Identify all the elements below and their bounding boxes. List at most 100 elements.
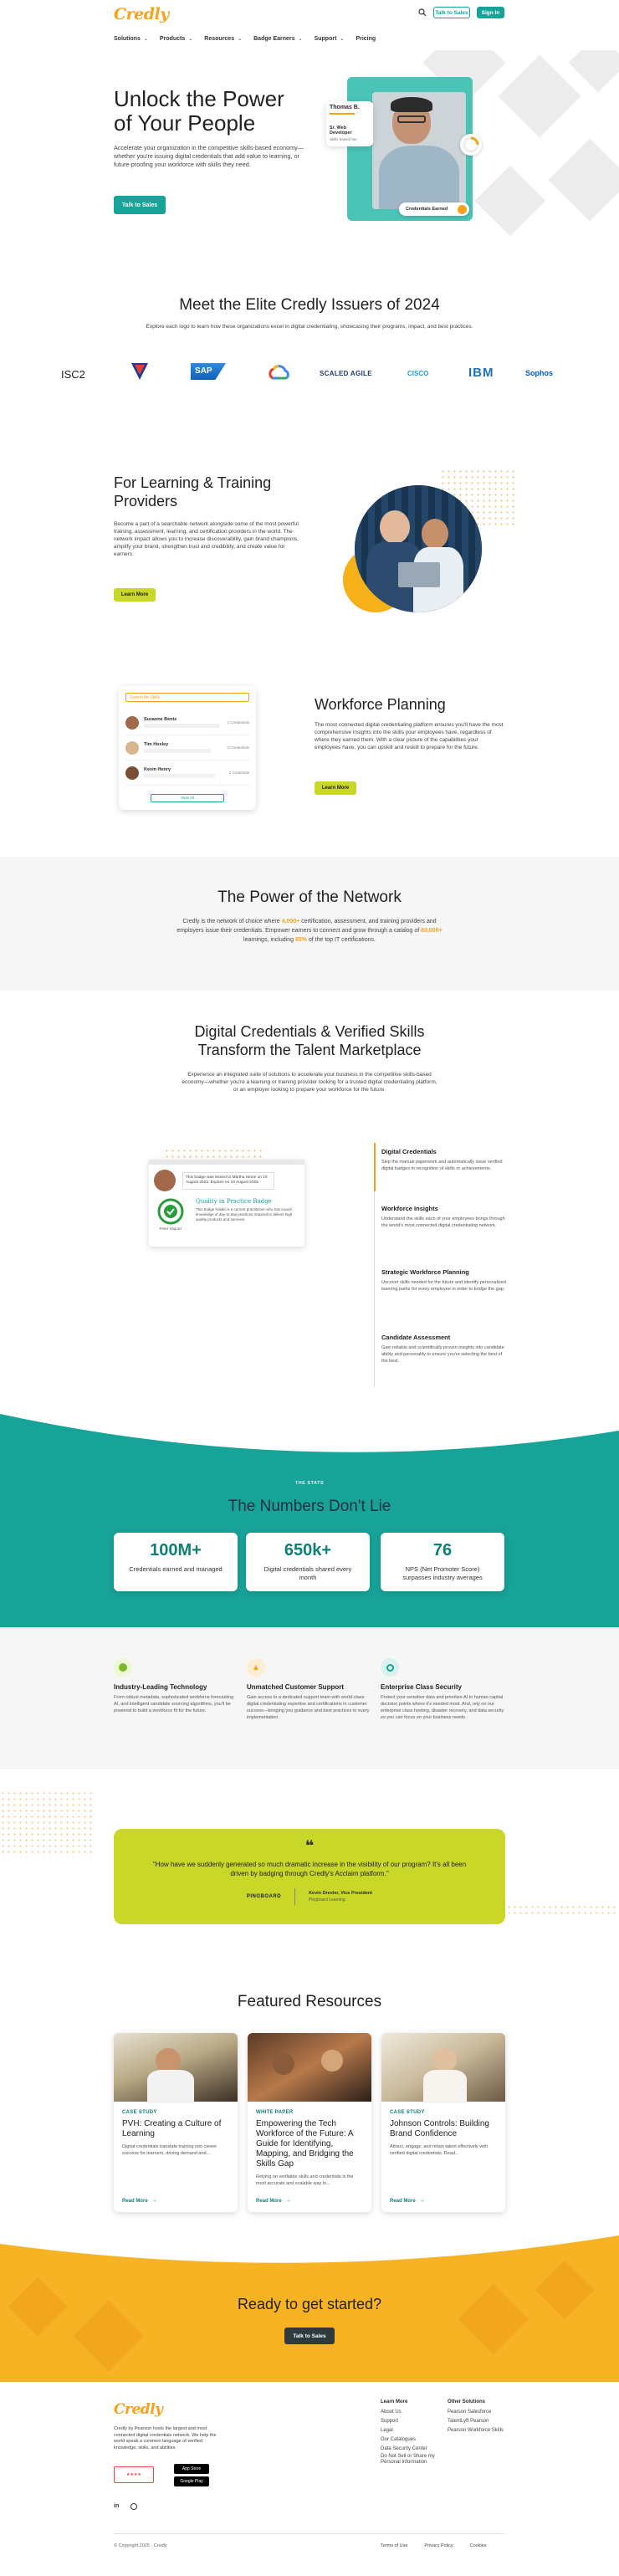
hero-talk-to-sales-button[interactable]: Talk to Sales [114, 196, 166, 214]
feature-title: Strategic Workforce Planning [381, 1268, 469, 1276]
footer-link[interactable]: Support [381, 2417, 443, 2426]
arrow-right-icon: → [284, 2198, 291, 2204]
list-item: Suzanne Bentz 2 Credentials [125, 710, 249, 735]
resource-title: Johnson Controls: Building Brand Confide… [390, 2119, 489, 2138]
network-text: Credly is the network of choice where [182, 919, 280, 924]
feature-item[interactable]: Candidate Assessment Gain reliable and s… [381, 1334, 507, 1365]
person-shirt [379, 146, 459, 209]
linkedin-icon[interactable]: in [114, 2503, 119, 2509]
issuers-title: Meet the Elite Credly Issuers of 2024 [179, 296, 440, 314]
workforce-body: The most connected digital credentialing… [315, 722, 504, 750]
footer-logo[interactable]: Credly [114, 2401, 163, 2418]
footer-link[interactable]: Pearson Workforce Skills [448, 2426, 510, 2435]
footer-link[interactable]: Data Security Center [381, 2445, 443, 2454]
footer-col-title: Other Solutions [448, 2399, 485, 2404]
sign-in-button[interactable]: Sign In [477, 7, 504, 18]
footer-link[interactable]: TalentLyft Pearson [448, 2417, 510, 2426]
chevron-down-icon: ⌄ [340, 37, 345, 42]
resource-tag: CASE STUDY [390, 2110, 425, 2115]
workforce-title: Workforce Planning [315, 696, 446, 713]
logo-sap[interactable]: SAP [191, 363, 226, 380]
mock-search-field: Search for Skills [125, 693, 249, 702]
avatar [125, 740, 139, 755]
learning-learn-more-button[interactable]: Learn More [114, 588, 156, 602]
stat-number: 76 [432, 1541, 453, 1559]
marketplace-body: Experience an integrated suite of soluti… [182, 1072, 437, 1093]
nav-products[interactable]: Products ⌄ [160, 36, 192, 42]
resource-card[interactable]: CASE STUDY Johnson Controls: Building Br… [381, 2033, 505, 2212]
read-more-label: Read More [390, 2198, 416, 2204]
feature-body: Understand the skills each of your emplo… [381, 1216, 505, 1228]
privacy-link[interactable]: Privacy Policy [424, 2543, 453, 2548]
footer-link[interactable]: About Us [381, 2408, 443, 2417]
feature-body: Skip the manual paperwork and automatica… [381, 1160, 503, 1171]
footer-link[interactable]: Our Catalogues [381, 2435, 443, 2445]
divider [330, 113, 355, 115]
feature-item[interactable]: Strategic Workforce Planning Uncover ski… [381, 1268, 507, 1293]
quote-author: Kevin Drexler, Vice President [309, 1891, 373, 1896]
workforce-learn-more-button[interactable]: Learn More [315, 781, 356, 795]
logo-ibm[interactable]: IBM [468, 366, 494, 380]
nav-badge-earners[interactable]: Badge Earners ⌄ [253, 36, 302, 42]
photo-subject [433, 2048, 457, 2072]
mock-badge-desc: This badge holder is a current practitio… [196, 1207, 293, 1221]
cta-talk-to-sales-button[interactable]: Talk to Sales [284, 2328, 335, 2344]
search-icon[interactable] [418, 8, 427, 17]
read-more-link[interactable]: Read More → [122, 2198, 157, 2204]
resource-image [114, 2033, 238, 2103]
talk-to-sales-button[interactable]: Talk to Sales [433, 7, 470, 18]
nav-support[interactable]: Support ⌄ [315, 36, 345, 42]
instagram-icon[interactable] [130, 2503, 137, 2510]
hero-photo-frame [347, 77, 473, 221]
avatar [154, 1170, 176, 1191]
nav-label: Support [314, 36, 337, 42]
terms-link[interactable]: Terms of Use [381, 2543, 407, 2548]
logo-scaled-agile[interactable]: SCALED AGILE [320, 370, 372, 377]
mock-issuer: Peter Vaquez [159, 1227, 182, 1231]
nav-solutions[interactable]: Solutions ⌄ [114, 36, 148, 42]
arrow-right-icon: → [151, 2198, 157, 2204]
list-item: Tim Hosley 3 Credentials [125, 735, 249, 761]
hero-title: Unlock the Power of Your People [114, 86, 284, 136]
credly-logo[interactable]: Credly [114, 5, 169, 23]
nav-pricing[interactable]: Pricing [356, 36, 376, 42]
pill-label: Credentials Earned [406, 207, 448, 212]
logo-isc2[interactable]: ISC2 [61, 368, 85, 381]
stat-number: 650k+ [284, 1541, 332, 1559]
network-highlight: 4,000+ [281, 919, 300, 924]
read-more-link[interactable]: Read More → [390, 2198, 425, 2204]
feature-item[interactable]: Workforce Insights Understand the skills… [381, 1205, 507, 1229]
resource-card[interactable]: WHITE PAPER Empowering the Tech Workforc… [248, 2033, 371, 2212]
profile-card: Thomas B. Sr. Web Developer Skills based… [326, 101, 373, 146]
footer-link[interactable]: Legal [381, 2426, 443, 2435]
why-title: Enterprise Class Security [381, 1683, 462, 1691]
read-more-link[interactable]: Read More → [256, 2198, 291, 2204]
feature-item[interactable]: Digital Credentials Skip the manual pape… [381, 1148, 507, 1172]
person-1-head [380, 510, 410, 544]
footer-col-learn-more: Learn More About Us Support Legal Our Ca… [381, 2399, 443, 2466]
logo-google-cloud[interactable] [266, 363, 293, 382]
person-2-head [422, 519, 448, 549]
feature-rail [374, 1191, 375, 1387]
cookies-link[interactable]: Cookies [470, 2543, 487, 2548]
logo-cisco[interactable]: CISCO [407, 370, 428, 377]
row-skeleton [144, 724, 219, 728]
main-nav: Solutions ⌄ Products ⌄ Resources ⌄ Badge Ea… [114, 36, 387, 42]
logo-pmi[interactable] [130, 361, 150, 382]
resource-card[interactable]: CASE STUDY PVH: Creating a Culture of Le… [114, 2033, 238, 2212]
logo-sophos[interactable]: Sophos [525, 369, 553, 377]
footer-link[interactable]: Pearson Salesforce [448, 2408, 510, 2417]
mock-list: Suzanne Bentz 2 Credentials Tim Hosley 3… [125, 710, 249, 786]
feature-title: Digital Credentials [381, 1148, 437, 1155]
network-text: of the top IT certifications. [308, 937, 376, 943]
resource-tag: CASE STUDY [122, 2110, 157, 2115]
profile-sub: Skills based hire [330, 137, 357, 141]
footer-link[interactable]: Do Not Sell or Share my Personal Informa… [381, 2454, 443, 2466]
google-play-button[interactable]: Google Play [174, 2476, 209, 2486]
app-store-button[interactable]: App Store [174, 2464, 209, 2474]
nav-resources[interactable]: Resources ⌄ [204, 36, 242, 42]
why-item: ▲ Unmatched Customer Support Gain access… [247, 1658, 372, 1721]
resource-body: Digital credentials translate training i… [122, 2144, 217, 2156]
row-name: Suzanne Bentz [144, 717, 177, 722]
chevron-down-icon: ⌄ [238, 37, 243, 42]
